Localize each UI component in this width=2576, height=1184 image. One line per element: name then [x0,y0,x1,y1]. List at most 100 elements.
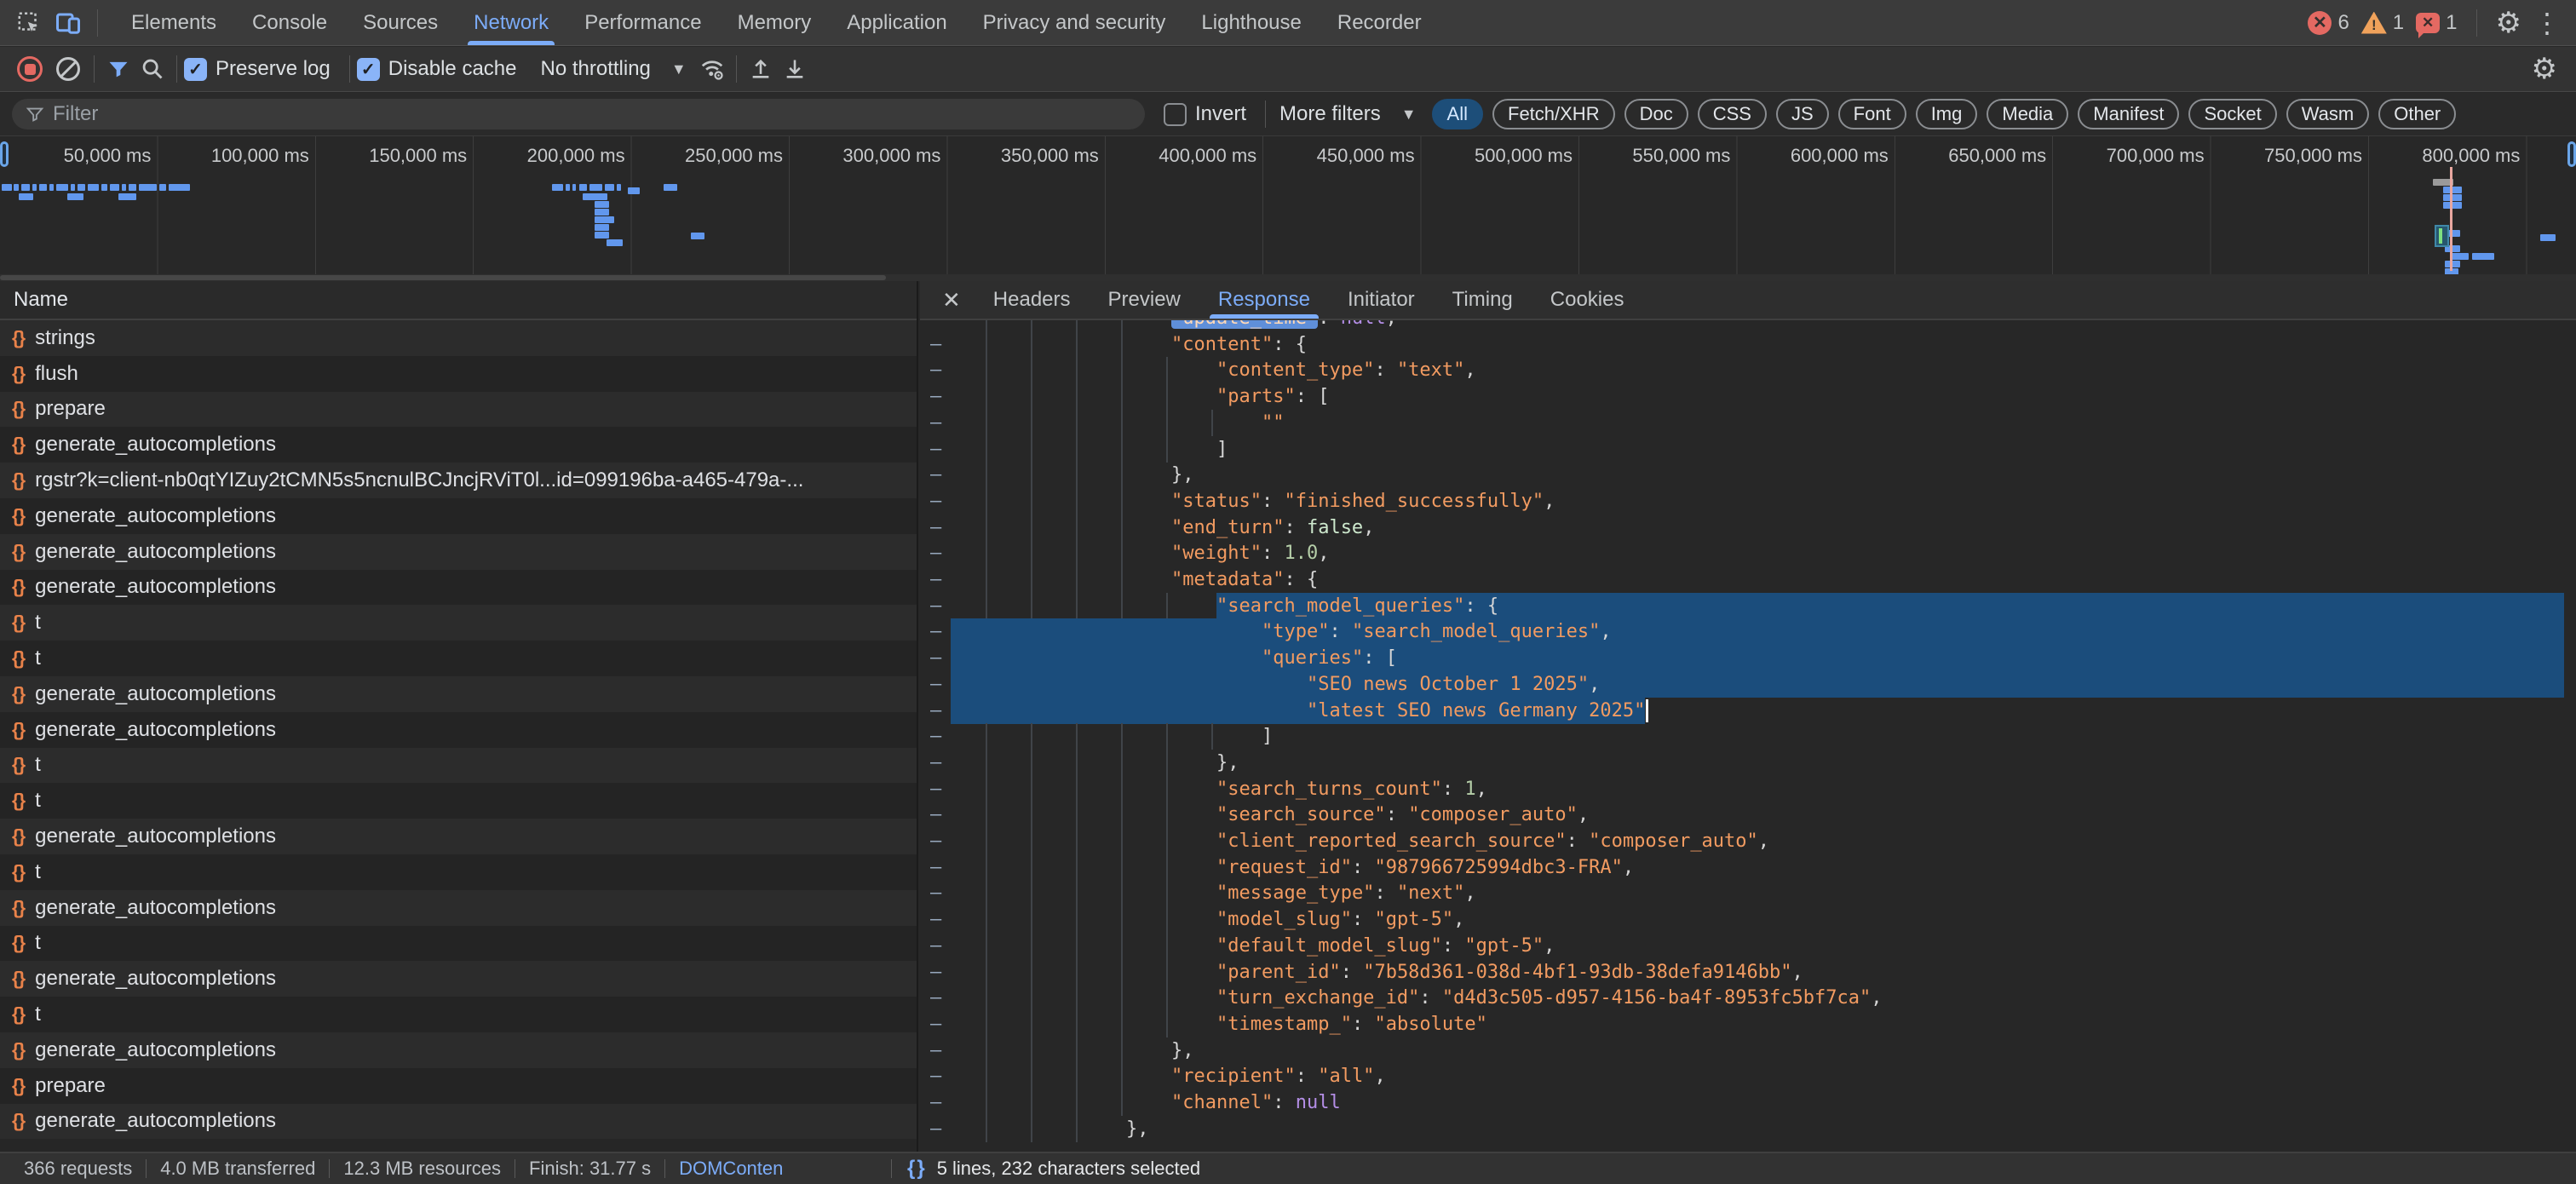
filter-chip-font[interactable]: Font [1838,99,1906,129]
filter-chip-socket[interactable]: Socket [2188,99,2276,129]
tab-recorder[interactable]: Recorder [1320,0,1440,45]
fold-marker-icon[interactable]: – [930,1063,941,1089]
fold-marker-icon[interactable]: – [930,854,941,881]
fold-marker-icon[interactable]: – [930,776,941,802]
chevron-down-icon[interactable]: ▼ [671,60,687,78]
tab-lighthouse[interactable]: Lighthouse [1183,0,1319,45]
request-row[interactable]: {}rgstr?k=client-nb0qtYIZuy2tCMN5s5ncnul… [0,463,917,498]
fold-marker-icon[interactable]: – [930,488,941,514]
disable-cache-checkbox[interactable]: ✓ [357,58,380,81]
request-row[interactable]: {}t [0,783,917,819]
fold-marker-icon[interactable]: – [930,1089,941,1116]
request-row[interactable]: {}t [0,641,917,676]
scrollbar-thumb[interactable] [0,275,886,280]
tab-performance[interactable]: Performance [566,0,719,45]
network-conditions-icon[interactable] [695,52,729,86]
request-row[interactable]: {}generate_autocompletions [0,1104,917,1140]
request-row[interactable]: {}generate_autocompletions [0,570,917,606]
request-row[interactable]: {}t [0,926,917,962]
chevron-down-icon[interactable]: ▼ [1401,106,1417,124]
request-row[interactable]: {}generate_autocompletions [0,1032,917,1068]
import-har-icon[interactable] [744,52,778,86]
fold-marker-icon[interactable]: – [930,514,941,541]
tab-console[interactable]: Console [234,0,345,45]
request-row[interactable]: {}generate_autocompletions [0,427,917,463]
fold-marker-icon[interactable]: – [930,933,941,959]
filter-input[interactable]: Filter [12,99,1145,129]
more-filters-button[interactable]: More filters [1279,102,1381,126]
filter-chip-img[interactable]: Img [1916,99,1978,129]
fold-marker-icon[interactable]: – [930,331,941,358]
detail-tab-initiator[interactable]: Initiator [1329,281,1434,319]
record-network-log-button[interactable] [17,56,43,82]
inspect-element-icon[interactable] [12,6,46,40]
fold-marker-icon[interactable]: – [930,410,941,436]
request-row[interactable]: {}t [0,854,917,890]
filter-chip-css[interactable]: CSS [1698,99,1767,129]
name-column-header[interactable]: Name [0,281,917,320]
settings-gear-icon[interactable]: ⚙ [2496,9,2521,37]
console-warnings-badge[interactable]: ! 1 [2361,11,2404,35]
fold-marker-icon[interactable]: – [930,959,941,986]
network-overview-timeline[interactable]: 50,000 ms100,000 ms150,000 ms200,000 ms2… [0,136,2576,274]
filter-chip-fetch-xhr[interactable]: Fetch/XHR [1492,99,1615,129]
filter-chip-js[interactable]: JS [1776,99,1829,129]
fold-marker-icon[interactable]: – [930,723,941,750]
fold-marker-icon[interactable]: – [930,698,941,724]
filter-chip-media[interactable]: Media [1987,99,2068,129]
request-row[interactable]: {}t [0,748,917,784]
detail-tab-response[interactable]: Response [1199,281,1329,319]
tab-memory[interactable]: Memory [720,0,830,45]
response-json-viewer[interactable]: –"update_time": null,–"content": {–"cont… [920,320,2576,1152]
fold-marker-icon[interactable]: – [930,618,941,645]
fold-marker-icon[interactable]: – [930,1116,941,1142]
request-row[interactable]: {}generate_autocompletions [0,498,917,534]
overview-left-handle[interactable] [0,141,9,167]
detail-tab-timing[interactable]: Timing [1434,281,1532,319]
fold-marker-icon[interactable]: – [930,1037,941,1064]
fold-marker-icon[interactable]: – [930,1011,941,1037]
invert-checkbox[interactable] [1164,103,1187,126]
request-row[interactable]: {}generate_autocompletions [0,890,917,926]
network-settings-gear-icon[interactable]: ⚙ [2532,55,2557,83]
preserve-log-checkbox[interactable]: ✓ [184,58,207,81]
request-row[interactable]: {}prepare [0,392,917,428]
detail-tab-preview[interactable]: Preview [1090,281,1199,319]
export-har-icon[interactable] [778,52,812,86]
fold-marker-icon[interactable]: – [930,802,941,828]
close-icon[interactable]: ✕ [929,287,975,313]
fold-marker-icon[interactable]: – [930,671,941,698]
fold-marker-icon[interactable]: – [930,320,941,331]
request-row[interactable]: {}generate_autocompletions [0,819,917,854]
fold-marker-icon[interactable]: – [930,593,941,619]
tab-privacy-and-security[interactable]: Privacy and security [965,0,1184,45]
device-toolbar-icon[interactable] [51,6,85,40]
throttling-select[interactable]: No throttling [540,57,650,81]
search-icon[interactable] [135,52,170,86]
tab-elements[interactable]: Elements [113,0,234,45]
fold-marker-icon[interactable]: – [930,540,941,566]
fold-marker-icon[interactable]: – [930,880,941,906]
request-row[interactable]: {}generate_autocompletions [0,712,917,748]
overview-horizontal-scrollbar[interactable] [0,274,2576,281]
detail-tab-cookies[interactable]: Cookies [1532,281,1643,319]
request-row[interactable]: {}generate_autocompletions [0,676,917,712]
tab-network[interactable]: Network [456,0,566,45]
request-row[interactable]: {}generate_autocompletions [0,961,917,997]
tab-application[interactable]: Application [829,0,964,45]
request-row[interactable]: {}generate_autocompletions [0,534,917,570]
fold-marker-icon[interactable]: – [930,906,941,933]
filter-chip-doc[interactable]: Doc [1624,99,1688,129]
overview-right-handle[interactable] [2567,141,2576,167]
request-row[interactable]: {}prepare [0,1068,917,1104]
filter-chip-wasm[interactable]: Wasm [2286,99,2370,129]
fold-marker-icon[interactable]: – [930,750,941,776]
filter-toggle-icon[interactable] [101,52,135,86]
fold-marker-icon[interactable]: – [930,985,941,1011]
console-errors-badge[interactable]: ✕ 6 [2308,11,2349,35]
clear-network-log-button[interactable] [56,57,80,81]
fold-marker-icon[interactable]: – [930,357,941,383]
filter-chip-other[interactable]: Other [2378,99,2456,129]
fold-marker-icon[interactable]: – [930,566,941,593]
request-row[interactable]: {}t [0,605,917,641]
